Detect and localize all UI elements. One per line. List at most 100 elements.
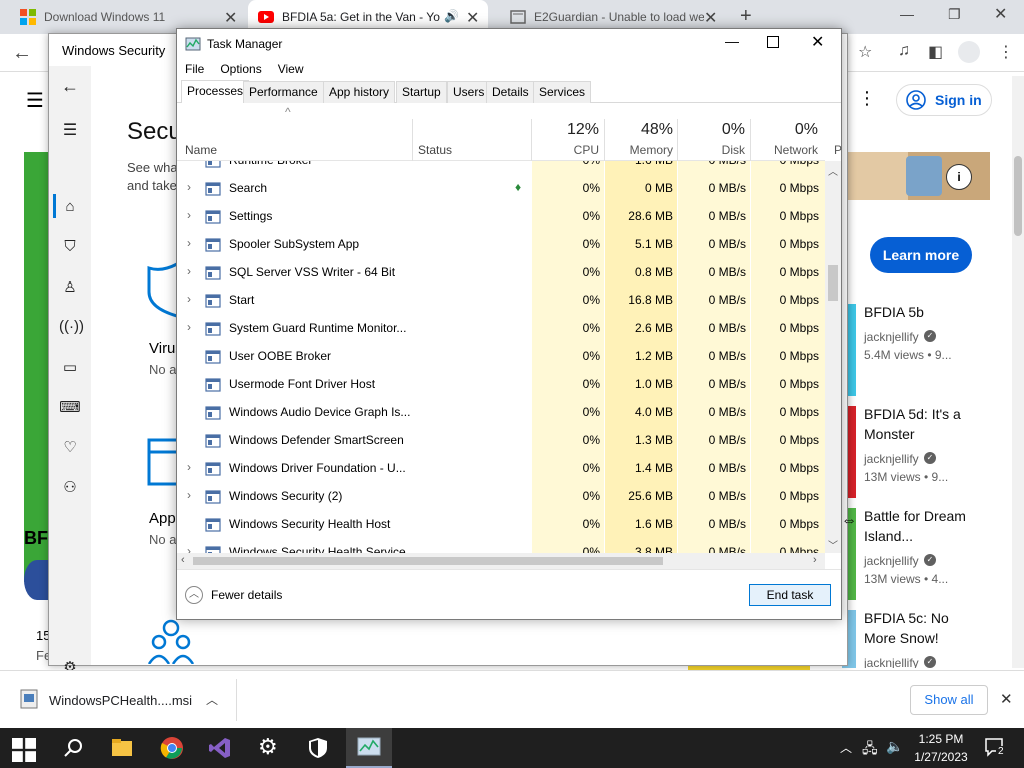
maximize-icon[interactable] [767,36,779,48]
chevron-right-icon[interactable]: › [187,460,191,474]
back-arrow-icon[interactable]: ← [59,76,81,98]
clock-time[interactable]: 1:25 PM [914,732,968,746]
table-row[interactable]: Windows Audio Device Graph Is... 0% 4.0 MB… [177,399,825,427]
title-bar[interactable]: Task Manager — ✕ [177,29,841,59]
tab-app-history[interactable]: App history [323,81,396,103]
app-browser-icon[interactable]: ▭ [59,358,81,380]
network-icon[interactable]: 🖧 [862,738,878,762]
fewer-details-link[interactable]: Fewer details [211,588,282,602]
chevron-up-icon[interactable]: ︿ [206,691,218,708]
table-row[interactable]: › Start 0% 16.8 MB 0 MB/s 0 Mbps [177,287,825,315]
column-memory[interactable]: Memory [607,143,673,157]
start-button[interactable] [12,738,36,762]
table-row[interactable]: › Spooler SubSystem App 0% 5.1 MB 0 MB/s 0 Mb… [177,231,825,259]
restore-icon[interactable]: ❐ [948,6,961,23]
menu-options[interactable]: Options [212,59,269,79]
health-icon[interactable]: ♡ [59,438,81,460]
close-icon[interactable]: ✕ [1000,690,1013,708]
tab-startup[interactable]: Startup [396,81,447,103]
chevron-right-icon[interactable]: › [187,264,191,278]
table-row[interactable]: › Search ♦ 0% 0 MB 0 MB/s 0 Mbps [177,175,825,203]
chevron-up-icon[interactable]: ︿ [185,586,203,604]
table-row[interactable]: Runtime Broker 0% 1.6 MB 0 MB/s 0 Mbps [177,161,825,175]
column-power[interactable]: P [834,143,842,157]
windows-security-shield-icon[interactable] [306,736,330,760]
scroll-thumb[interactable] [828,265,838,301]
scroll-thumb[interactable] [193,557,663,565]
vertical-scrollbar[interactable]: ︿ ﹀ [825,161,841,553]
close-icon[interactable]: ✕ [704,8,717,28]
sign-in-button[interactable]: Sign in [896,84,992,116]
table-row[interactable]: Windows Defender SmartScreen 0% 1.3 MB 0 MB… [177,427,825,455]
table-row[interactable]: › Windows Security (2) 0% 25.6 MB 0 MB/s 0 Mb… [177,483,825,511]
column-name[interactable]: Name [185,143,217,157]
video-title[interactable]: BFDIA 5c: No More Snow! [864,608,974,648]
tab-performance[interactable]: Performance [243,81,324,103]
column-status[interactable]: Status [418,143,452,157]
home-icon[interactable]: ⌂ [59,198,81,220]
table-row[interactable]: › Windows Security Health Service 0% 3.8 MB… [177,539,825,553]
settings-gear-icon[interactable]: ⚙ [258,734,278,760]
close-icon[interactable]: ✕ [466,8,479,28]
speaker-icon[interactable]: 🔊 [444,9,459,23]
new-tab-button[interactable]: + [740,5,752,28]
app-control-title[interactable]: App [149,510,176,527]
column-divider[interactable] [604,119,605,161]
scroll-right-icon[interactable]: › [813,554,817,566]
network-icon[interactable]: ((·)) [59,318,84,340]
chevron-right-icon[interactable]: › [187,488,191,502]
scroll-down-icon[interactable]: ﹀ [828,537,838,552]
chevron-up-icon[interactable]: ︿ [840,739,852,756]
file-explorer-icon[interactable] [110,736,134,760]
sidepanel-icon[interactable]: ◧ [928,42,943,62]
hamburger-icon[interactable]: ☰ [26,88,44,113]
table-row[interactable]: › System Guard Runtime Monitor... 0% 2.6 MB… [177,315,825,343]
more-icon[interactable]: ⋮ [858,88,876,109]
column-divider[interactable] [750,119,751,161]
table-row[interactable]: › Windows Driver Foundation - U... 0% 1.4 M… [177,455,825,483]
channel-name[interactable]: jacknjellify [864,554,919,568]
table-row[interactable]: › SQL Server VSS Writer - 64 Bit 0% 0.8 MB 0… [177,259,825,287]
clock-date[interactable]: 1/27/2023 [912,750,970,764]
hamburger-icon[interactable]: ☰ [59,120,81,142]
page-scrollbar[interactable] [1012,76,1024,668]
table-row[interactable]: Windows Security Health Host 0% 1.6 MB 0 MB… [177,511,825,539]
table-row[interactable]: User OOBE Broker 0% 1.2 MB 0 MB/s 0 Mbps [177,343,825,371]
star-icon[interactable]: ☆ [858,42,872,62]
chevron-right-icon[interactable]: › [187,236,191,250]
person-icon[interactable]: ♙ [59,278,81,300]
visual-studio-icon[interactable] [208,736,232,760]
channel-name[interactable]: jacknjellify [864,452,919,466]
chevron-right-icon[interactable]: › [187,180,191,194]
scroll-left-icon[interactable]: ‹ [181,554,185,566]
channel-name[interactable]: jacknjellify [864,330,919,344]
video-title[interactable]: BFDIA 5d: It's a Monster [864,404,974,444]
close-window-icon[interactable]: ✕ [994,4,1007,24]
chrome-icon[interactable] [160,736,184,760]
profile-icon[interactable] [958,41,980,63]
download-filename[interactable]: WindowsPCHealth....msi [49,693,192,708]
menu-view[interactable]: View [270,59,312,79]
volume-icon[interactable]: 🔈 [886,738,903,755]
table-row[interactable]: Usermode Font Driver Host 0% 1.0 MB 0 MB/s 0… [177,371,825,399]
close-icon[interactable]: ✕ [224,8,237,28]
tab-processes[interactable]: Processes [181,80,250,103]
column-network[interactable]: Network [753,143,818,157]
scroll-up-icon[interactable]: ︿ [828,163,838,178]
end-task-button[interactable]: End task [749,584,831,606]
chevron-right-icon[interactable]: › [187,292,191,306]
minimize-icon[interactable]: — [725,33,739,49]
column-disk[interactable]: Disk [681,143,745,157]
column-divider[interactable] [412,119,413,161]
chevron-right-icon[interactable]: › [187,320,191,334]
tab-details[interactable]: Details [486,81,535,103]
more-menu-icon[interactable]: ⋮ [998,42,1014,62]
menu-file[interactable]: File [177,59,212,79]
family-icon[interactable]: ⚇ [59,478,81,500]
column-divider[interactable] [677,119,678,161]
task-manager-taskbar-button[interactable] [346,728,392,768]
column-divider[interactable] [531,119,532,161]
close-icon[interactable]: ✕ [811,32,824,52]
minimize-icon[interactable]: — [900,6,914,22]
video-title[interactable]: BFDIA 5b [864,302,924,322]
